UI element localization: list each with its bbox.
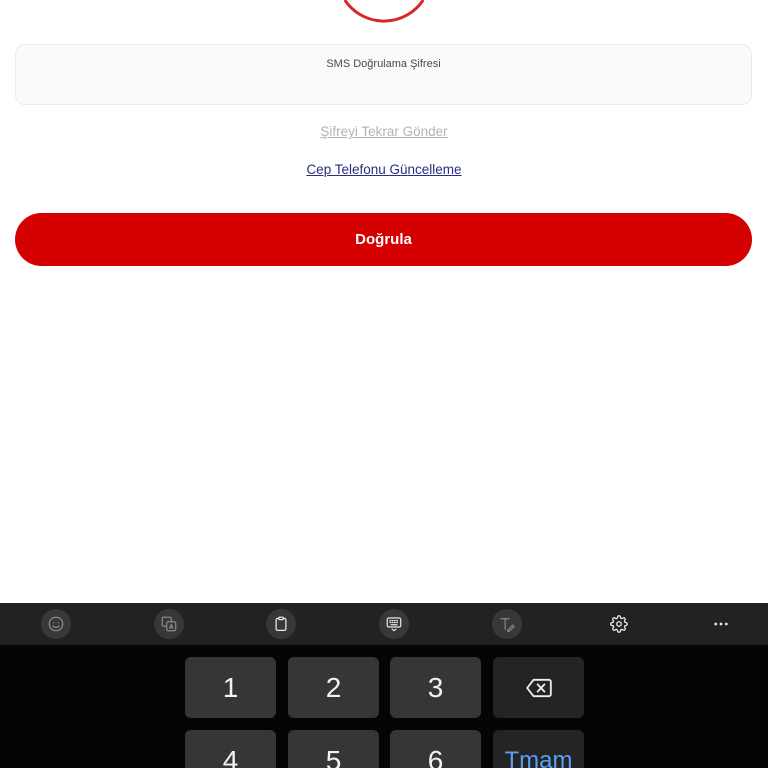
key-label: 1 <box>222 672 239 703</box>
key-3[interactable]: 3 <box>390 657 481 718</box>
key-label: 4 <box>222 745 239 768</box>
handwriting-button[interactable] <box>492 609 522 639</box>
sms-code-input[interactable] <box>28 75 739 99</box>
update-phone-link-row: Cep Telefonu Güncelleme <box>0 160 768 180</box>
verification-badge-icon <box>343 0 425 23</box>
key-label: 3 <box>427 672 444 703</box>
key-label: 6 <box>427 745 444 768</box>
numeric-keyboard: 1 2 3 4 5 6 Tmam <box>0 645 768 768</box>
clipboard-button[interactable] <box>266 609 296 639</box>
backspace-key[interactable] <box>493 657 584 718</box>
key-label: 5 <box>325 745 342 768</box>
done-key-label: Tmam <box>504 747 573 768</box>
resend-code-link[interactable]: Şifreyi Tekrar Gönder <box>320 124 447 139</box>
keyboard-mode-icon <box>386 617 402 632</box>
keyboard-mode-button[interactable] <box>379 609 409 639</box>
translate-icon <box>161 616 177 632</box>
translate-button[interactable] <box>154 609 184 639</box>
emoji-icon <box>48 616 64 632</box>
update-phone-link[interactable]: Cep Telefonu Güncelleme <box>306 162 461 177</box>
keyboard-toolbar <box>0 603 768 645</box>
settings-icon <box>610 615 628 633</box>
key-4[interactable]: 4 <box>185 730 276 768</box>
sms-code-label: SMS Doğrulama Şifresi <box>326 58 441 70</box>
more-options-button[interactable] <box>706 609 736 639</box>
settings-button[interactable] <box>604 609 634 639</box>
key-1[interactable]: 1 <box>185 657 276 718</box>
sms-code-field[interactable]: SMS Doğrulama Şifresi <box>15 44 752 105</box>
clipboard-icon <box>275 616 287 632</box>
resend-link-row: Şifreyi Tekrar Gönder <box>0 122 768 142</box>
key-2[interactable]: 2 <box>288 657 379 718</box>
key-5[interactable]: 5 <box>288 730 379 768</box>
key-6[interactable]: 6 <box>390 730 481 768</box>
backspace-icon <box>525 678 552 697</box>
handwriting-icon <box>500 618 515 632</box>
verify-button[interactable]: Doğrula <box>15 213 752 266</box>
done-key[interactable]: Tmam <box>493 730 584 768</box>
more-options-icon <box>714 622 728 626</box>
emoji-button[interactable] <box>41 609 71 639</box>
key-label: 2 <box>325 672 342 703</box>
